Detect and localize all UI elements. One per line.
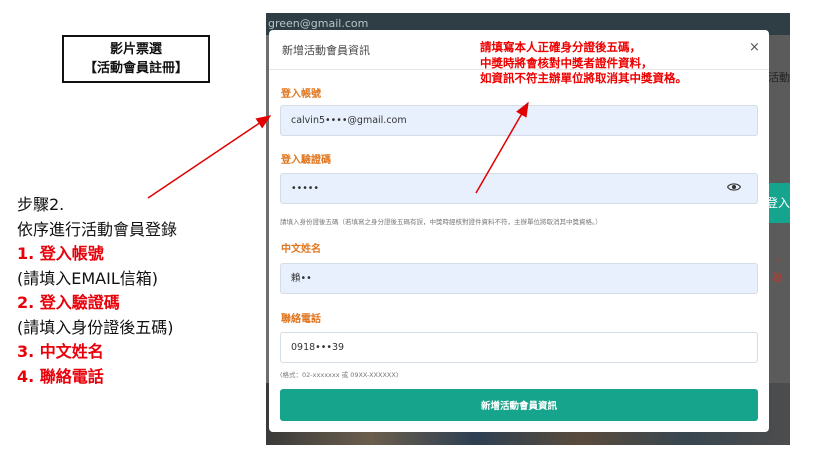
instruction-title-line1: 影片票選 xyxy=(109,42,162,57)
step-intro: 依序進行活動會員登錄 xyxy=(17,219,178,239)
step-item-account-note: (請填入EMAIL信箱) xyxy=(17,268,158,288)
phone-input[interactable]: 0918•••39 xyxy=(280,332,758,363)
step-item-code: 2. 登入驗證碼 xyxy=(17,293,120,312)
account-input[interactable]: calvin5••••@gmail.com xyxy=(280,105,758,136)
red-note-line2: 中獎時將會核對中獎者證件資料， xyxy=(480,55,653,70)
red-warning-note: 請填寫本人正確身分證後五碼， 中獎時將會核對中獎者證件資料， 如資訊不符主辦單位… xyxy=(480,40,750,87)
phone-format-hint: (格式：02-xxxxxxx 或 09XX-XXXXXX) xyxy=(280,371,399,379)
chinese-name-input[interactable]: 賴•• xyxy=(280,263,758,294)
verification-code-input[interactable]: ••••• xyxy=(280,173,758,204)
modal-title: 新增活動會員資訊 xyxy=(282,44,370,57)
arrow-to-account xyxy=(147,115,272,199)
red-note-line3: 如資訊不符主辦單位將取消其中獎資格。 xyxy=(480,71,687,85)
code-label: 登入驗證碼 xyxy=(281,155,331,166)
add-member-modal: 新增活動會員資訊 × 登入帳號 calvin5••••@gmail.com 登入… xyxy=(269,30,769,432)
instruction-title-line2: 【活動會員註冊】 xyxy=(83,61,188,76)
instruction-steps: 步驟2. 依序進行活動會員登錄 1. 登入帳號 (請填入EMAIL信箱) 2. … xyxy=(17,193,257,389)
step-item-account: 1. 登入帳號 xyxy=(17,244,104,263)
close-icon[interactable]: × xyxy=(749,40,760,55)
red-note-line1: 請填寫本人正確身分證後五碼， xyxy=(480,40,641,54)
background-side-text: 活動 xyxy=(768,71,790,84)
name-label: 中文姓名 xyxy=(281,244,321,255)
background-red-mark: ． xyxy=(776,251,787,264)
step-item-phone: 4. 聯絡電話 xyxy=(17,366,104,386)
phone-label: 聯絡電話 xyxy=(281,314,321,325)
account-label: 登入帳號 xyxy=(281,89,321,100)
background-red-mark2: 為 xyxy=(772,271,783,284)
eye-icon[interactable] xyxy=(727,180,741,194)
step-item-code-note: (請填入身份證後五碼) xyxy=(17,317,174,337)
step-heading: 步驟2. xyxy=(17,195,65,214)
code-hint: 請填入身份證後五碼（若填寫之身分證後五碼有誤，中獎時經核對證件資料不符，主辦單位… xyxy=(280,218,602,226)
submit-button[interactable]: 新增活動會員資訊 xyxy=(280,389,758,421)
step-item-name: 3. 中文姓名 xyxy=(17,342,104,361)
instruction-title-box: 影片票選 【活動會員註冊】 xyxy=(62,35,210,83)
